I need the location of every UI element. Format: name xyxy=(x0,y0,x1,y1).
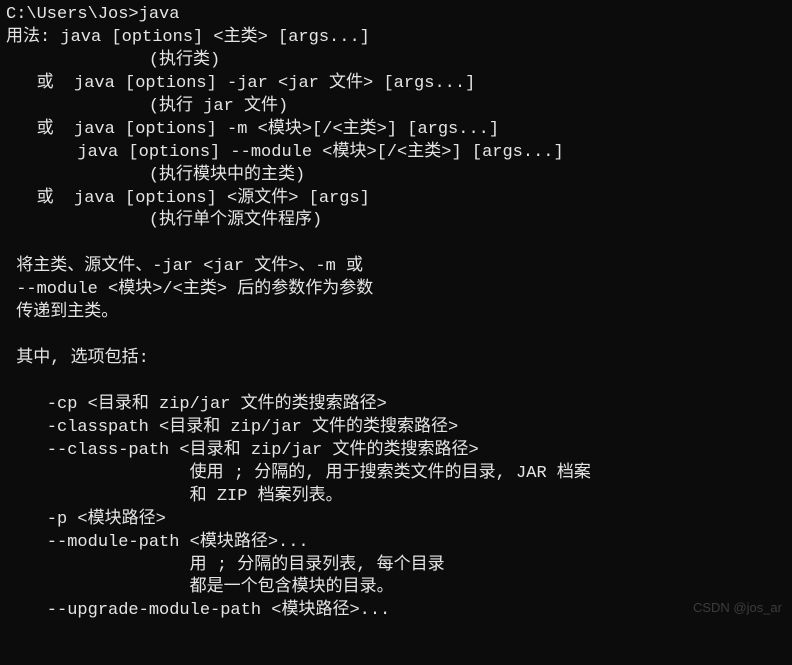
terminal-line: --module-path <模块路径>... xyxy=(6,532,786,555)
terminal-line: 传递到主类。 xyxy=(6,302,786,325)
terminal-line: (执行 jar 文件) xyxy=(6,96,786,119)
terminal-line: 将主类、源文件、-jar <jar 文件>、-m 或 xyxy=(6,256,786,279)
terminal-line: java [options] --module <模块>[/<主类>] [arg… xyxy=(6,142,786,165)
terminal-line: --class-path <目录和 zip/jar 文件的类搜索路径> xyxy=(6,440,786,463)
terminal-line: --module <模块>/<主类> 后的参数作为参数 xyxy=(6,279,786,302)
terminal-line: 和 ZIP 档案列表。 xyxy=(6,486,786,509)
terminal-line: (执行类) xyxy=(6,50,786,73)
terminal-line xyxy=(6,371,786,394)
terminal-line: -classpath <目录和 zip/jar 文件的类搜索路径> xyxy=(6,417,786,440)
terminal-line: C:\Users\Jos>java xyxy=(6,4,786,27)
terminal-line: -p <模块路径> xyxy=(6,509,786,532)
terminal-line: --upgrade-module-path <模块路径>... xyxy=(6,600,786,623)
terminal-output: C:\Users\Jos>java用法: java [options] <主类>… xyxy=(0,0,792,627)
terminal-line: 用 ; 分隔的目录列表, 每个目录 xyxy=(6,555,786,578)
terminal-line xyxy=(6,325,786,348)
terminal-line: 都是一个包含模块的目录。 xyxy=(6,577,786,600)
terminal-line: 用法: java [options] <主类> [args...] xyxy=(6,27,786,50)
terminal-line: 或 java [options] <源文件> [args] xyxy=(6,188,786,211)
terminal-line: 其中, 选项包括: xyxy=(6,348,786,371)
terminal-line: 或 java [options] -m <模块>[/<主类>] [args...… xyxy=(6,119,786,142)
terminal-line: (执行单个源文件程序) xyxy=(6,210,786,233)
terminal-line: (执行模块中的主类) xyxy=(6,165,786,188)
terminal-line: -cp <目录和 zip/jar 文件的类搜索路径> xyxy=(6,394,786,417)
terminal-line: 使用 ; 分隔的, 用于搜索类文件的目录, JAR 档案 xyxy=(6,463,786,486)
terminal-line: 或 java [options] -jar <jar 文件> [args...] xyxy=(6,73,786,96)
terminal-line xyxy=(6,233,786,256)
